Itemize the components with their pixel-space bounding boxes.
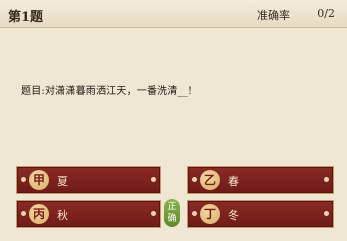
option-badge: 甲 (29, 170, 49, 190)
option-badge: 丁 (200, 204, 220, 224)
accuracy-label: 准确率 (257, 9, 290, 22)
option-label: 冬 (228, 209, 239, 222)
option-label: 春 (228, 175, 239, 188)
option-jia-button[interactable]: 甲 夏 (16, 166, 161, 194)
correct-answer-tag: 正确 (164, 199, 180, 227)
option-ding-button[interactable]: 丁 冬 (187, 200, 334, 228)
option-badge: 乙 (200, 170, 220, 190)
option-badge: 丙 (29, 204, 49, 224)
option-yi-button[interactable]: 乙 春 (187, 166, 334, 194)
question-number: 第1题 (8, 10, 44, 25)
accuracy-value: 0/2 (317, 7, 335, 20)
option-label: 夏 (57, 175, 68, 188)
question-text: 题目:对潇潇暮雨洒江天，一番洗清__! (21, 86, 193, 97)
option-bing-button[interactable]: 丙 秋 (16, 200, 161, 228)
option-label: 秋 (57, 209, 68, 222)
top-bar: 第1题 准确率 0/2 (0, 0, 347, 28)
